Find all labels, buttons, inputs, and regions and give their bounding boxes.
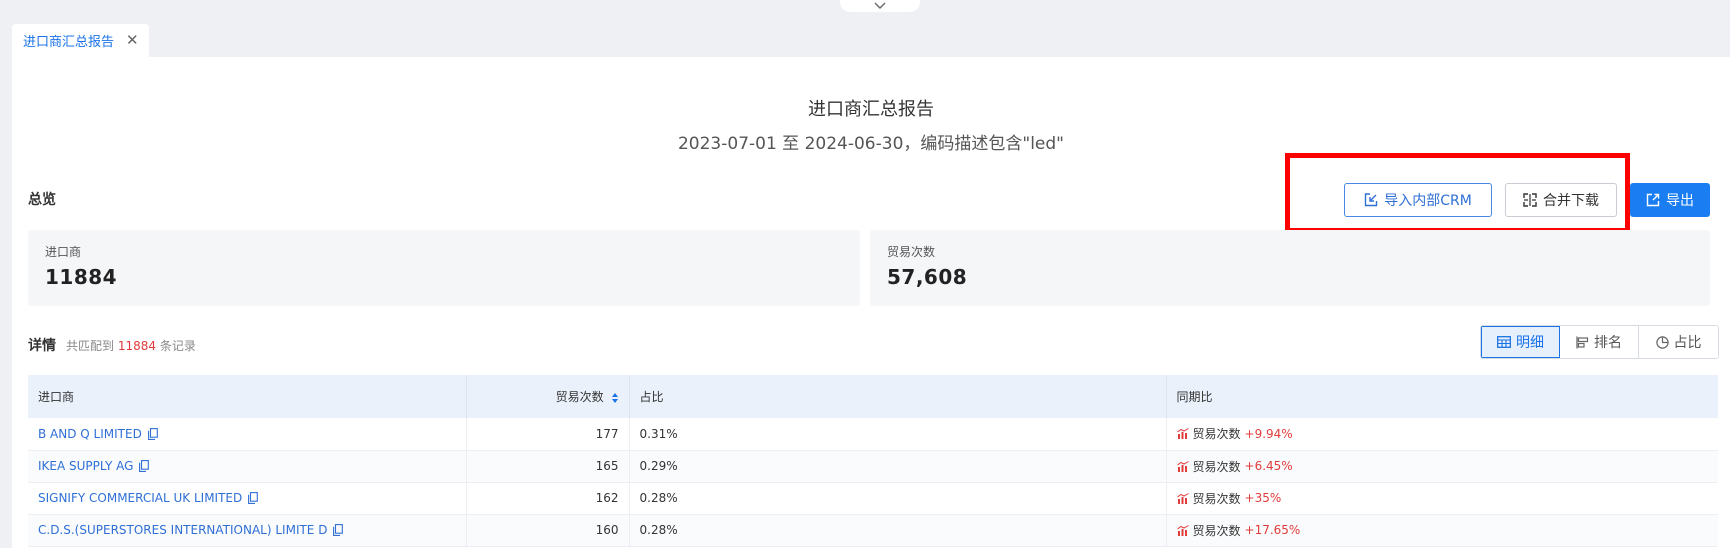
yoy-label: 贸易次数 xyxy=(1192,491,1241,506)
tab-label: 进口商汇总报告 xyxy=(23,35,115,50)
table-row: C.D.S.(SUPERSTORES INTERNATIONAL) LIMITE… xyxy=(28,514,1718,547)
copy-icon[interactable] xyxy=(147,427,158,440)
table-header-row: 进口商 贸易次数 占比 同期比 xyxy=(28,375,1718,418)
export-label: 导出 xyxy=(1666,193,1694,209)
yoy-value: 贸易次数 +17.65% xyxy=(1176,522,1301,539)
stat-value: 57,608 xyxy=(887,265,968,289)
record-count: 共匹配到 11884 条记录 xyxy=(66,337,196,354)
yoy-percent: +17.65% xyxy=(1244,523,1301,537)
importer-name: C.D.S.(SUPERSTORES INTERNATIONAL) LIMITE… xyxy=(38,523,328,537)
yoy-cell: 贸易次数 +9.94% xyxy=(1166,418,1718,451)
yoy-percent: +9.94% xyxy=(1244,426,1293,441)
trend-chart-icon xyxy=(1176,460,1189,472)
yoy-cell: 贸易次数 +35% xyxy=(1166,482,1718,515)
yoy-percent: +35% xyxy=(1244,491,1282,505)
column-header-yoy: 同期比 xyxy=(1166,375,1718,418)
table-row: SIGNIFY COMMERCIAL UK LIMITED 162 0.28% … xyxy=(28,482,1718,515)
importer-cell: C.D.S.(SUPERSTORES INTERNATIONAL) LIMITE… xyxy=(28,514,467,547)
view-share-button[interactable]: 占比 xyxy=(1639,326,1718,358)
share-cell: 0.28% xyxy=(629,482,1167,515)
share-cell: 0.28% xyxy=(629,514,1167,547)
stat-card-importers: 进口商 11884 xyxy=(28,230,860,306)
highlight-box xyxy=(1285,153,1630,233)
importer-name: IKEA SUPPLY AG xyxy=(38,459,134,473)
importer-link[interactable]: IKEA SUPPLY AG xyxy=(38,459,150,473)
trend-chart-icon xyxy=(1176,492,1189,504)
stat-label: 进口商 xyxy=(45,245,82,259)
trade-count-header-label: 贸易次数 xyxy=(555,390,604,404)
bar-rank-icon xyxy=(1576,336,1589,348)
trend-chart-icon xyxy=(1176,428,1189,440)
trade-count-cell: 177 xyxy=(466,418,630,451)
yoy-percent: +6.45% xyxy=(1244,459,1293,473)
pie-chart-icon xyxy=(1655,335,1669,349)
view-rank-label: 排名 xyxy=(1594,335,1622,351)
share-cell: 0.31% xyxy=(629,418,1167,451)
importer-cell: SIGNIFY COMMERCIAL UK LIMITED xyxy=(28,482,467,515)
yoy-cell: 贸易次数 +6.45% xyxy=(1166,450,1718,483)
yoy-label: 贸易次数 xyxy=(1192,523,1241,538)
yoy-value: 贸易次数 +9.94% xyxy=(1176,425,1293,442)
view-detail-label: 明细 xyxy=(1516,335,1544,351)
view-rank-button[interactable]: 排名 xyxy=(1560,326,1639,358)
yoy-value: 贸易次数 +6.45% xyxy=(1176,458,1293,475)
view-detail-button[interactable]: 明细 xyxy=(1481,326,1560,358)
importer-link[interactable]: B AND Q LIMITED xyxy=(38,427,158,441)
yoy-label: 贸易次数 xyxy=(1192,427,1241,442)
importer-name: B AND Q LIMITED xyxy=(38,426,142,441)
trade-count-cell: 162 xyxy=(466,482,630,515)
trade-count-cell: 160 xyxy=(466,514,630,547)
export-icon xyxy=(1646,193,1660,207)
importer-cell: B AND Q LIMITED xyxy=(28,418,467,451)
importer-link[interactable]: SIGNIFY COMMERCIAL UK LIMITED xyxy=(38,491,259,505)
export-button[interactable]: 导出 xyxy=(1630,183,1710,217)
importer-cell: IKEA SUPPLY AG xyxy=(28,450,467,483)
yoy-value: 贸易次数 +35% xyxy=(1176,490,1282,507)
importer-link[interactable]: C.D.S.(SUPERSTORES INTERNATIONAL) LIMITE… xyxy=(38,523,344,537)
stat-label: 贸易次数 xyxy=(887,245,936,259)
tab-bar: 进口商汇总报告 ✕ xyxy=(12,24,149,57)
report-subtitle: 2023-07-01 至 2024-06-30，编码描述包含"led" xyxy=(677,134,1064,154)
overview-title: 总览 xyxy=(28,192,56,208)
copy-icon[interactable] xyxy=(248,492,259,504)
count-suffix: 条记录 xyxy=(159,339,196,353)
sort-icon[interactable] xyxy=(611,392,619,404)
view-switcher: 明细 排名 占比 xyxy=(1480,325,1719,359)
share-cell: 0.29% xyxy=(629,450,1167,483)
collapse-handle[interactable] xyxy=(840,0,920,12)
chevron-down-icon xyxy=(874,2,886,9)
details-title: 详情 xyxy=(28,338,56,354)
importer-name: SIGNIFY COMMERCIAL UK LIMITED xyxy=(38,491,243,505)
count-prefix: 共匹配到 xyxy=(66,339,115,353)
view-share-label: 占比 xyxy=(1673,335,1702,351)
column-header-share: 占比 xyxy=(629,375,1167,418)
trade-count-cell: 165 xyxy=(466,450,630,483)
yoy-label: 贸易次数 xyxy=(1192,459,1241,474)
column-header-trade-count[interactable]: 贸易次数 xyxy=(466,375,630,418)
column-header-importer: 进口商 xyxy=(28,375,467,418)
tab-importer-report[interactable]: 进口商汇总报告 ✕ xyxy=(12,24,149,57)
table-row: IKEA SUPPLY AG 165 0.29% 贸易次数 +6.45% xyxy=(28,450,1718,483)
copy-icon[interactable] xyxy=(139,460,150,472)
report-title: 进口商汇总报告 xyxy=(808,99,934,120)
count-number: 11884 xyxy=(117,339,157,353)
stat-value: 11884 xyxy=(45,265,118,289)
trend-chart-icon xyxy=(1176,524,1189,536)
table-icon xyxy=(1497,336,1511,348)
yoy-cell: 贸易次数 +17.65% xyxy=(1166,514,1718,547)
importer-table: 进口商 贸易次数 占比 同期比 B AND Q LIMITED 177 0.31… xyxy=(28,375,1718,547)
report-panel: 进口商汇总报告 2023-07-01 至 2024-06-30，编码描述包含"l… xyxy=(12,57,1730,548)
copy-icon[interactable] xyxy=(333,524,344,536)
table-row: B AND Q LIMITED 177 0.31% 贸易次数 +9.94% xyxy=(28,418,1718,451)
stat-card-trades: 贸易次数 57,608 xyxy=(870,230,1710,306)
close-icon[interactable]: ✕ xyxy=(126,33,139,48)
